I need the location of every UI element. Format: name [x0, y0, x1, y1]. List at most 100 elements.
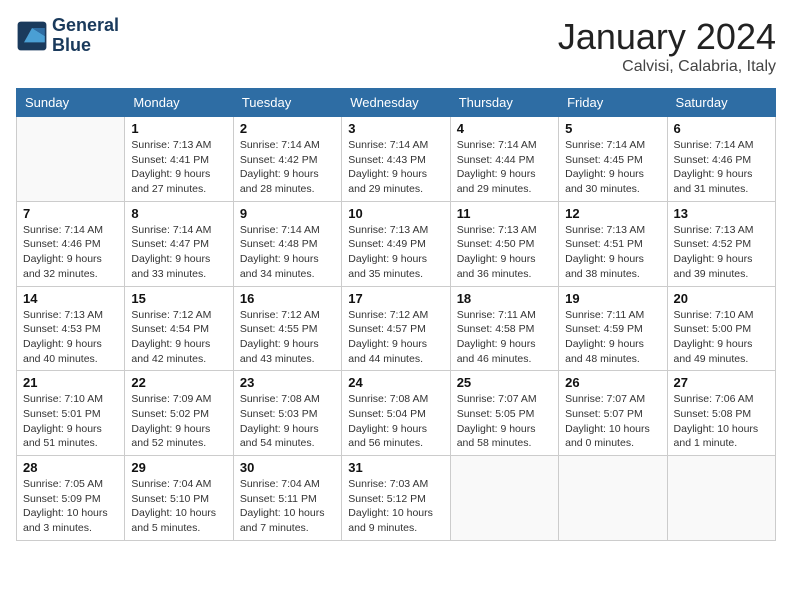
- logo-icon: [16, 20, 48, 52]
- day-detail: Sunrise: 7:14 AM Sunset: 4:46 PM Dayligh…: [674, 138, 769, 197]
- day-cell: 10Sunrise: 7:13 AM Sunset: 4:49 PM Dayli…: [342, 201, 450, 286]
- day-number: 20: [674, 291, 769, 306]
- day-cell: 21 Sunrise: 7:10 AM Sunset: 5:01 PM Dayli…: [17, 371, 125, 456]
- day-cell: 31Sunrise: 7:03 AM Sunset: 5:12 PM Dayli…: [342, 456, 450, 541]
- day-cell: 23 Sunrise: 7:08 AM Sunset: 5:03 PM Dayli…: [233, 371, 341, 456]
- calendar-header: SundayMondayTuesdayWednesdayThursdayFrid…: [17, 89, 776, 117]
- calendar-table: SundayMondayTuesdayWednesdayThursdayFrid…: [16, 88, 776, 541]
- day-detail: Sunrise: 7:13 AM Sunset: 4:51 PM Dayligh…: [565, 223, 660, 282]
- logo: General Blue: [16, 16, 119, 56]
- title-area: January 2024 Calvisi, Calabria, Italy: [558, 16, 776, 76]
- day-number: 26: [565, 375, 660, 390]
- day-number: 30: [240, 460, 335, 475]
- week-row-1: 1 Sunrise: 7:13 AM Sunset: 4:41 PM Daylig…: [17, 117, 776, 202]
- week-row-4: 21 Sunrise: 7:10 AM Sunset: 5:01 PM Dayli…: [17, 371, 776, 456]
- header-row: SundayMondayTuesdayWednesdayThursdayFrid…: [17, 89, 776, 117]
- day-number: 18: [457, 291, 552, 306]
- day-detail: Sunrise: 7:13 AM Sunset: 4:41 PM Dayligh…: [131, 138, 226, 197]
- day-cell: 11 Sunrise: 7:13 AM Sunset: 4:50 PM Dayli…: [450, 201, 558, 286]
- day-number: 2: [240, 121, 335, 136]
- day-cell: 19 Sunrise: 7:11 AM Sunset: 4:59 PM Dayli…: [559, 286, 667, 371]
- day-number: 27: [674, 375, 769, 390]
- day-cell: 5 Sunrise: 7:14 AM Sunset: 4:45 PM Daylig…: [559, 117, 667, 202]
- day-detail: Sunrise: 7:08 AM Sunset: 5:04 PM Dayligh…: [348, 392, 443, 451]
- day-cell: 22Sunrise: 7:09 AM Sunset: 5:02 PM Dayli…: [125, 371, 233, 456]
- day-number: 19: [565, 291, 660, 306]
- day-number: 15: [131, 291, 226, 306]
- day-detail: Sunrise: 7:14 AM Sunset: 4:48 PM Dayligh…: [240, 223, 335, 282]
- day-number: 16: [240, 291, 335, 306]
- day-detail: Sunrise: 7:14 AM Sunset: 4:42 PM Dayligh…: [240, 138, 335, 197]
- day-number: 8: [131, 206, 226, 221]
- day-detail: Sunrise: 7:13 AM Sunset: 4:50 PM Dayligh…: [457, 223, 552, 282]
- day-cell: 27 Sunrise: 7:06 AM Sunset: 5:08 PM Dayli…: [667, 371, 775, 456]
- day-detail: Sunrise: 7:12 AM Sunset: 4:57 PM Dayligh…: [348, 308, 443, 367]
- day-number: 9: [240, 206, 335, 221]
- day-cell: 4 Sunrise: 7:14 AM Sunset: 4:44 PM Daylig…: [450, 117, 558, 202]
- day-cell: 20 Sunrise: 7:10 AM Sunset: 5:00 PM Dayli…: [667, 286, 775, 371]
- day-cell: 28Sunrise: 7:05 AM Sunset: 5:09 PM Dayli…: [17, 456, 125, 541]
- day-number: 7: [23, 206, 118, 221]
- day-cell: 18 Sunrise: 7:11 AM Sunset: 4:58 PM Dayli…: [450, 286, 558, 371]
- day-detail: Sunrise: 7:14 AM Sunset: 4:44 PM Dayligh…: [457, 138, 552, 197]
- day-number: 6: [674, 121, 769, 136]
- day-cell: 3 Sunrise: 7:14 AM Sunset: 4:43 PM Daylig…: [342, 117, 450, 202]
- day-cell: 13Sunrise: 7:13 AM Sunset: 4:52 PM Dayli…: [667, 201, 775, 286]
- column-header-friday: Friday: [559, 89, 667, 117]
- day-number: 11: [457, 206, 552, 221]
- day-detail: Sunrise: 7:11 AM Sunset: 4:58 PM Dayligh…: [457, 308, 552, 367]
- day-detail: Sunrise: 7:03 AM Sunset: 5:12 PM Dayligh…: [348, 477, 443, 536]
- column-header-saturday: Saturday: [667, 89, 775, 117]
- day-detail: Sunrise: 7:14 AM Sunset: 4:43 PM Dayligh…: [348, 138, 443, 197]
- day-detail: Sunrise: 7:04 AM Sunset: 5:11 PM Dayligh…: [240, 477, 335, 536]
- day-detail: Sunrise: 7:06 AM Sunset: 5:08 PM Dayligh…: [674, 392, 769, 451]
- day-number: 28: [23, 460, 118, 475]
- day-number: 29: [131, 460, 226, 475]
- week-row-3: 14 Sunrise: 7:13 AM Sunset: 4:53 PM Dayli…: [17, 286, 776, 371]
- day-cell: 6 Sunrise: 7:14 AM Sunset: 4:46 PM Daylig…: [667, 117, 775, 202]
- column-header-wednesday: Wednesday: [342, 89, 450, 117]
- day-cell: 24 Sunrise: 7:08 AM Sunset: 5:04 PM Dayli…: [342, 371, 450, 456]
- day-detail: Sunrise: 7:10 AM Sunset: 5:01 PM Dayligh…: [23, 392, 118, 451]
- day-number: 1: [131, 121, 226, 136]
- day-cell: 14 Sunrise: 7:13 AM Sunset: 4:53 PM Dayli…: [17, 286, 125, 371]
- day-cell: [667, 456, 775, 541]
- day-number: 24: [348, 375, 443, 390]
- location: Calvisi, Calabria, Italy: [558, 58, 776, 76]
- day-cell: 29 Sunrise: 7:04 AM Sunset: 5:10 PM Dayli…: [125, 456, 233, 541]
- day-cell: 30 Sunrise: 7:04 AM Sunset: 5:11 PM Dayli…: [233, 456, 341, 541]
- day-detail: Sunrise: 7:04 AM Sunset: 5:10 PM Dayligh…: [131, 477, 226, 536]
- day-number: 17: [348, 291, 443, 306]
- day-detail: Sunrise: 7:13 AM Sunset: 4:53 PM Dayligh…: [23, 308, 118, 367]
- day-detail: Sunrise: 7:14 AM Sunset: 4:47 PM Dayligh…: [131, 223, 226, 282]
- day-number: 25: [457, 375, 552, 390]
- column-header-sunday: Sunday: [17, 89, 125, 117]
- day-cell: 9 Sunrise: 7:14 AM Sunset: 4:48 PM Daylig…: [233, 201, 341, 286]
- day-detail: Sunrise: 7:08 AM Sunset: 5:03 PM Dayligh…: [240, 392, 335, 451]
- day-cell: [559, 456, 667, 541]
- day-detail: Sunrise: 7:14 AM Sunset: 4:45 PM Dayligh…: [565, 138, 660, 197]
- day-number: 14: [23, 291, 118, 306]
- day-number: 4: [457, 121, 552, 136]
- day-detail: Sunrise: 7:13 AM Sunset: 4:52 PM Dayligh…: [674, 223, 769, 282]
- day-detail: Sunrise: 7:13 AM Sunset: 4:49 PM Dayligh…: [348, 223, 443, 282]
- month-title: January 2024: [558, 16, 776, 58]
- day-cell: 7Sunrise: 7:14 AM Sunset: 4:46 PM Daylig…: [17, 201, 125, 286]
- day-cell: 2 Sunrise: 7:14 AM Sunset: 4:42 PM Daylig…: [233, 117, 341, 202]
- day-cell: 16Sunrise: 7:12 AM Sunset: 4:55 PM Dayli…: [233, 286, 341, 371]
- day-number: 21: [23, 375, 118, 390]
- day-detail: Sunrise: 7:11 AM Sunset: 4:59 PM Dayligh…: [565, 308, 660, 367]
- calendar-body: 1 Sunrise: 7:13 AM Sunset: 4:41 PM Daylig…: [17, 117, 776, 541]
- day-cell: 8 Sunrise: 7:14 AM Sunset: 4:47 PM Daylig…: [125, 201, 233, 286]
- day-detail: Sunrise: 7:12 AM Sunset: 4:54 PM Dayligh…: [131, 308, 226, 367]
- day-cell: 25Sunrise: 7:07 AM Sunset: 5:05 PM Dayli…: [450, 371, 558, 456]
- page-header: General Blue January 2024 Calvisi, Calab…: [16, 16, 776, 76]
- week-row-5: 28Sunrise: 7:05 AM Sunset: 5:09 PM Dayli…: [17, 456, 776, 541]
- column-header-monday: Monday: [125, 89, 233, 117]
- day-number: 5: [565, 121, 660, 136]
- week-row-2: 7Sunrise: 7:14 AM Sunset: 4:46 PM Daylig…: [17, 201, 776, 286]
- day-cell: 12Sunrise: 7:13 AM Sunset: 4:51 PM Dayli…: [559, 201, 667, 286]
- day-number: 23: [240, 375, 335, 390]
- day-number: 3: [348, 121, 443, 136]
- day-detail: Sunrise: 7:10 AM Sunset: 5:00 PM Dayligh…: [674, 308, 769, 367]
